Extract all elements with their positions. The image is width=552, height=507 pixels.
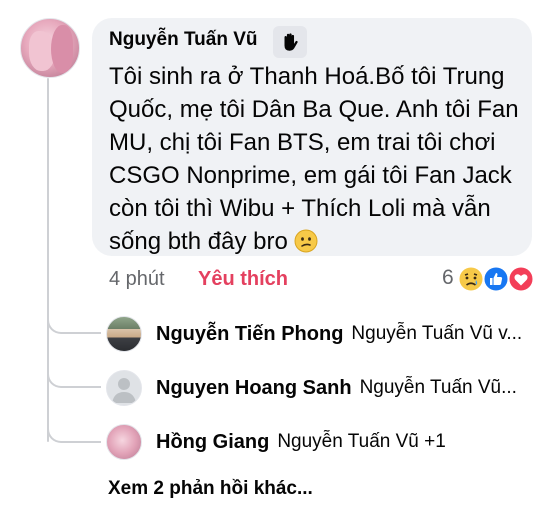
comment-text-line: MU, chị tôi Fan BTS, em trai tôi chơi (109, 129, 496, 156)
like-reaction-icon (482, 265, 510, 293)
confused-face-emoji (294, 229, 318, 253)
reply-avatar[interactable] (106, 424, 142, 460)
waving-hand-icon (273, 26, 307, 58)
reply-preview-text: Nguyễn Tuấn Vũ +1 (277, 431, 446, 452)
comment-text-line-last: sống bth đây bro (109, 225, 524, 258)
reaction-summary[interactable] (456, 264, 538, 294)
reply-connector (47, 318, 101, 334)
default-avatar-icon[interactable] (106, 370, 142, 406)
comment-text-line: Tôi sinh ra ở Thanh Hoá.Bố tôi Trung (109, 63, 505, 90)
comment-text-line: sống bth đây bro (109, 228, 288, 255)
love-reaction-icon (507, 265, 535, 293)
reply-preview-text: Nguyễn Tuấn Vũ v... (351, 323, 523, 344)
thread-line (47, 78, 49, 442)
reply-connector (47, 372, 101, 388)
reply-author-name[interactable]: Nguyen Hoang Sanh (156, 377, 352, 400)
comment-text-line: CSGO Nonprime, em gái tôi Fan Jack (109, 162, 512, 189)
reply-item[interactable]: Nguyen Hoang Sanh Nguyễn Tuấn Vũ... (106, 370, 546, 406)
commenter-avatar[interactable] (20, 18, 80, 78)
like-action-button[interactable]: Yêu thích (198, 268, 288, 291)
comment-text-line: còn tôi thì Wibu + Thích Loli mà vẫn (109, 195, 491, 222)
reply-item[interactable]: Hồng Giang Nguyễn Tuấn Vũ +1 (106, 424, 546, 460)
reply-connector (47, 427, 101, 443)
reply-item[interactable]: Nguyễn Tiến Phong Nguyễn Tuấn Vũ v... (106, 316, 546, 352)
reply-author-name[interactable]: Hồng Giang (156, 431, 269, 454)
comment-text: Tôi sinh ra ở Thanh Hoá.Bố tôi Trung Quố… (109, 60, 524, 258)
reply-avatar[interactable] (106, 316, 142, 352)
view-more-replies-link[interactable]: Xem 2 phản hồi khác... (108, 478, 313, 500)
comment-text-line: Quốc, mẹ tôi Dân Ba Que. Anh tôi Fan (109, 96, 519, 123)
reply-preview-text: Nguyễn Tuấn Vũ... (359, 377, 517, 398)
reaction-count[interactable]: 6 (442, 266, 454, 290)
comment-timestamp[interactable]: 4 phút (109, 268, 165, 291)
comment-author-name[interactable]: Nguyễn Tuấn Vũ (109, 29, 257, 51)
reply-author-name[interactable]: Nguyễn Tiến Phong (156, 323, 343, 346)
sad-reaction-icon (457, 265, 485, 293)
